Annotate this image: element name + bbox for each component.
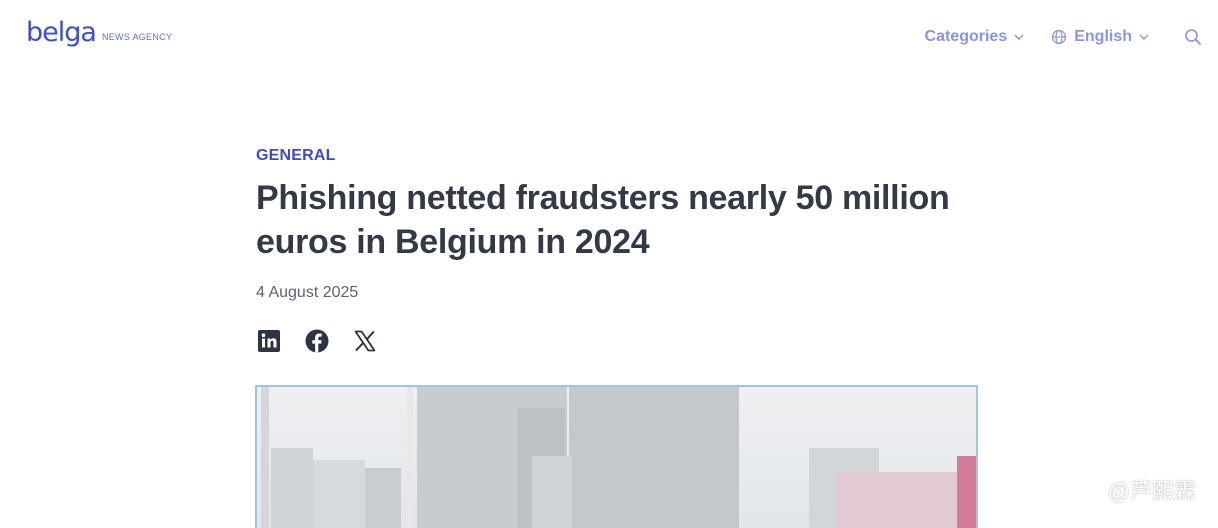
hero-building <box>569 387 739 528</box>
article-hero-image <box>255 385 978 528</box>
paw-icon <box>1076 476 1104 504</box>
hero-building <box>957 456 976 528</box>
linkedin-icon[interactable] <box>256 328 282 354</box>
search-icon[interactable] <box>1184 28 1202 46</box>
chevron-down-icon <box>1138 31 1150 43</box>
logo-subtitle: NEWS AGENCY <box>101 32 173 42</box>
hero-building <box>365 468 401 528</box>
facebook-icon[interactable] <box>304 328 330 354</box>
article-category[interactable]: GENERAL <box>256 146 978 166</box>
belga-logo[interactable]: belga NEWS AGENCY <box>26 18 172 48</box>
share-bar <box>256 328 978 354</box>
categories-label: Categories <box>924 28 1008 45</box>
categories-dropdown[interactable]: Categories <box>925 28 1026 46</box>
hero-building <box>271 448 313 528</box>
hero-building <box>837 472 976 528</box>
language-dropdown[interactable]: English <box>1051 28 1150 46</box>
hero-building <box>261 387 269 528</box>
hero-building <box>407 387 413 528</box>
logo-wordmark: belga <box>26 17 97 48</box>
chevron-down-icon <box>1013 31 1025 43</box>
watermark-text: @芦熙霖 <box>1107 479 1196 504</box>
article-date: 4 August 2025 <box>256 284 359 301</box>
article-title: Phishing netted fraudsters nearly 50 mil… <box>256 179 950 261</box>
hero-building <box>532 456 572 528</box>
globe-icon <box>1051 29 1067 45</box>
top-nav: Categories English <box>925 28 1202 46</box>
article-header: GENERAL Phishing netted fraudsters nearl… <box>256 146 978 354</box>
hero-building <box>313 460 365 528</box>
site-header: belga NEWS AGENCY Categories English <box>0 0 1218 80</box>
image-watermark: @芦熙霖 <box>1076 474 1196 506</box>
language-label: English <box>1074 28 1132 45</box>
x-icon[interactable] <box>352 328 378 354</box>
